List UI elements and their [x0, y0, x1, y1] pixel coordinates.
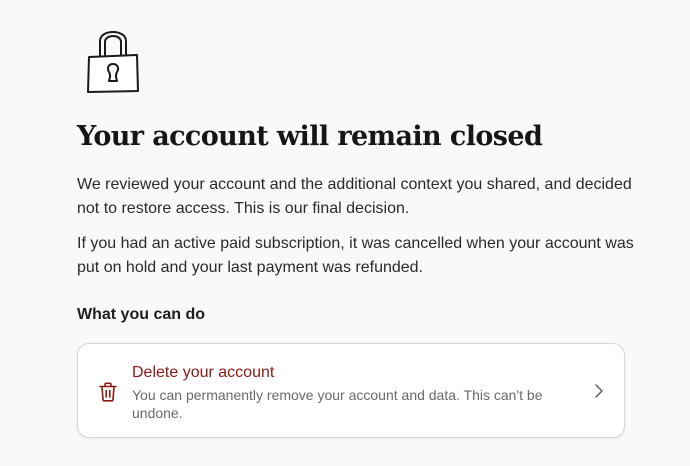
delete-account-card[interactable]: Delete your account You can permanently …: [77, 343, 625, 438]
delete-account-title: Delete your account: [132, 364, 275, 381]
delete-account-description: You can permanently remove your account …: [132, 387, 543, 421]
chevron-right-icon: [595, 384, 603, 398]
trash-icon: [99, 382, 117, 402]
lock-icon: [87, 31, 139, 93]
page-title: Your account will remain closed: [77, 121, 543, 152]
decision-paragraph: We reviewed your account and the additio…: [77, 176, 632, 217]
subscription-paragraph: If you had an active paid subscription, …: [77, 235, 634, 276]
actions-heading: What you can do: [77, 306, 205, 323]
